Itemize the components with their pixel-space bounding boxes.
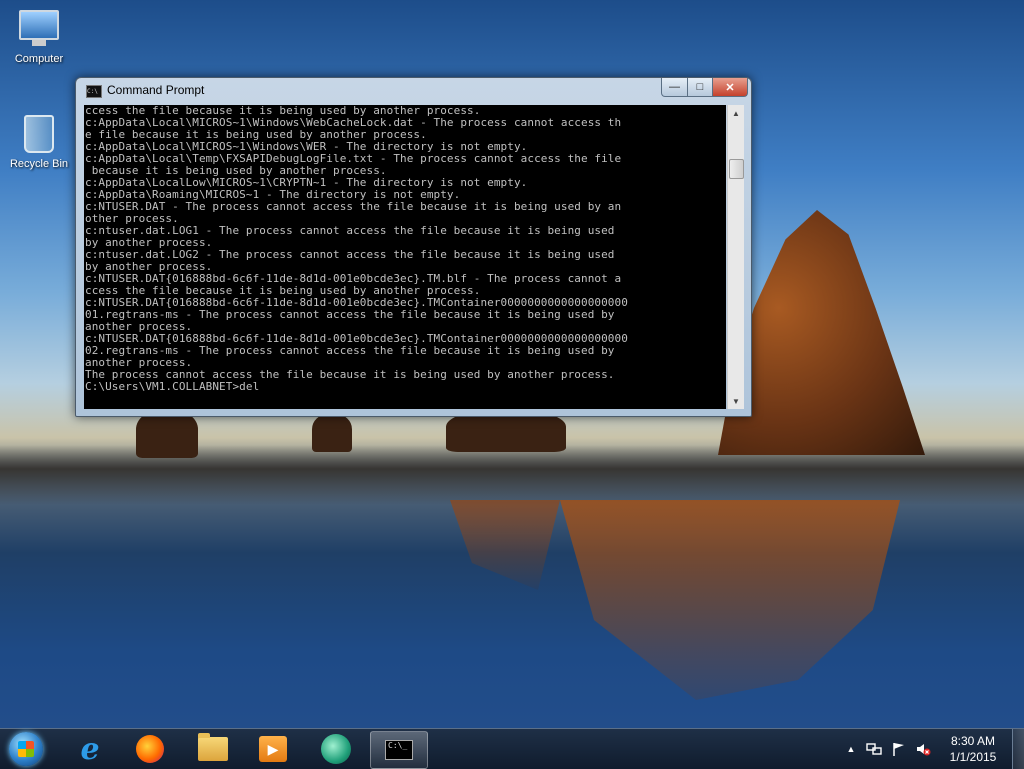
system-clock[interactable]: 8:30 AM 1/1/2015: [938, 733, 1008, 765]
desktop-icon-label: Recycle Bin: [9, 158, 69, 170]
wallpaper-rock-small: [136, 410, 198, 458]
recycle-bin-icon: [19, 115, 59, 155]
command-prompt-window[interactable]: C:\ Command Prompt — □ ✕ ccess the file …: [75, 77, 752, 417]
command-prompt-icon: C:\_: [385, 740, 413, 760]
desktop-icon-label: Computer: [14, 53, 64, 65]
taskbar-item-firefox[interactable]: [122, 731, 178, 767]
taskbar-item-media-player[interactable]: ▶: [245, 731, 301, 767]
network-icon[interactable]: [866, 741, 882, 757]
scrollbar-thumb[interactable]: [729, 159, 744, 179]
app-icon: [321, 734, 351, 764]
console-line: C:\Users\VM1.COLLABNET>del: [85, 380, 260, 393]
internet-explorer-icon: e: [80, 731, 100, 767]
taskbar-item-app[interactable]: [308, 731, 364, 767]
windows-logo-icon: [9, 732, 43, 766]
start-button[interactable]: [4, 730, 48, 768]
vertical-scrollbar[interactable]: ▲ ▼: [727, 105, 744, 409]
taskbar-item-internet-explorer[interactable]: e: [62, 731, 118, 767]
action-center-flag-icon[interactable]: [891, 741, 907, 757]
computer-icon: [19, 10, 59, 50]
window-title: Command Prompt: [107, 83, 205, 97]
media-player-icon: ▶: [259, 736, 287, 762]
wallpaper-reflection: [450, 500, 560, 590]
taskbar-item-command-prompt[interactable]: C:\_: [370, 731, 428, 769]
wallpaper-rock-small: [312, 414, 352, 452]
folder-icon: [198, 733, 228, 761]
console-output[interactable]: ccess the file because it is being used …: [84, 105, 726, 409]
desktop-icon-recycle-bin[interactable]: Recycle Bin: [1, 112, 77, 170]
firefox-icon: [136, 735, 164, 763]
show-desktop-button[interactable]: [1012, 729, 1024, 769]
wallpaper-reflection: [560, 500, 900, 700]
volume-muted-icon[interactable]: [915, 741, 931, 757]
scroll-down-arrow-icon[interactable]: ▼: [728, 393, 744, 409]
clock-date: 1/1/2015: [949, 750, 997, 764]
command-prompt-icon: C:\: [86, 85, 102, 98]
close-button[interactable]: ✕: [712, 78, 748, 97]
taskbar-item-explorer[interactable]: [185, 731, 241, 767]
clock-time: 8:30 AM: [950, 734, 996, 748]
desktop-icon-computer[interactable]: Computer: [1, 8, 77, 65]
console-line: c:NTUSER.DAT - The process cannot access…: [85, 200, 622, 213]
maximize-button[interactable]: □: [687, 78, 713, 97]
show-hidden-icons-chevron-icon[interactable]: ▲: [843, 741, 859, 757]
title-bar[interactable]: C:\ Command Prompt — □ ✕: [76, 78, 751, 104]
minimize-button[interactable]: —: [661, 78, 688, 97]
taskbar: e ▶ C:\_ ▲ 8:30 AM 1/1/2015: [0, 728, 1024, 769]
scroll-up-arrow-icon[interactable]: ▲: [728, 105, 744, 121]
